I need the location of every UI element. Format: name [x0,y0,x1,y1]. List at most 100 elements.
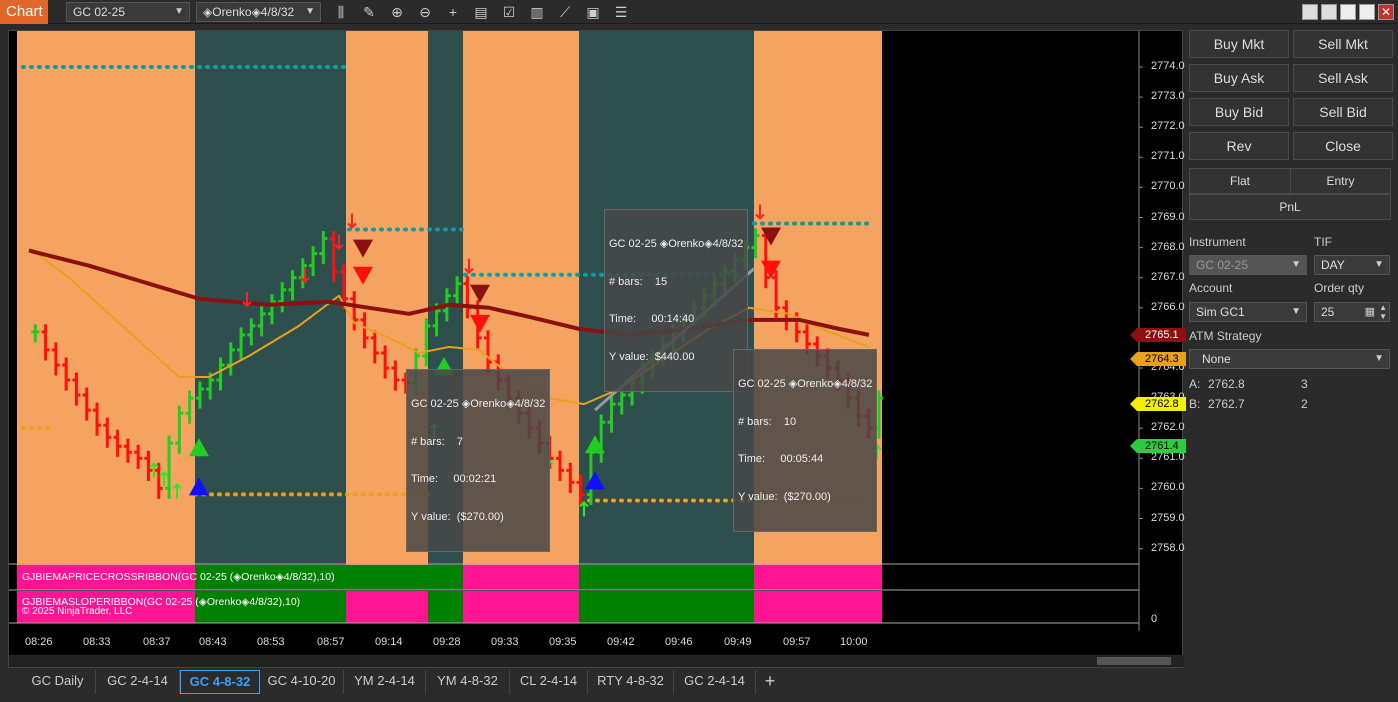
stepper-icon[interactable]: ▲ ▼ [1379,303,1387,321]
time-tick-label: 09:28 [433,636,461,648]
bid-label: B: [1189,397,1201,411]
chart-trader-panel: Buy Mkt Sell Mkt Buy Ask Sell Ask Buy Bi… [1186,28,1398,702]
instrument-label: Instrument [1189,235,1246,249]
price-tick-label: 2770.0 [1151,180,1185,193]
tif-select[interactable]: DAY ▼ [1314,255,1390,275]
ask-size: 3 [1301,377,1308,391]
sell-bid-button[interactable]: Sell Bid [1293,98,1393,126]
checkbox-icon[interactable]: ☑ [500,3,518,21]
copyright-text: © 2025 NinjaTrader, LLC [22,606,133,617]
flat-button[interactable]: Flat [1189,168,1291,194]
instrument-select-value: GC 02-25 [1196,258,1249,272]
price-cross-ribbon-segment [463,565,579,590]
slope-ribbon-segment [463,591,579,623]
keypad-icon[interactable]: ▦ [1365,303,1375,321]
pencil-icon[interactable]: ✎ [360,3,378,21]
scrollbar-thumb [1097,657,1171,665]
tab-gc-4-10-20[interactable]: GC 4-10-20 [260,670,344,694]
tooltip-title: GC 02-25 ◈Orenko◈4/8/32 [609,238,744,250]
chart-window: Chart GC 02-25 ▼ ◈Orenko◈4/8/32 ▼ ⫼ ✎ ⊕ … [0,0,1398,702]
sell-ask-button[interactable]: Sell Ask [1293,64,1393,92]
tooltip-row: Time: 00:14:40 [609,313,743,326]
price-tick-label: 2773.0 [1151,90,1185,103]
strategies-icon[interactable]: ⟋ [556,3,574,21]
slope-ribbon-segment [579,591,754,623]
bid-price: 2762.7 [1208,397,1245,411]
time-tick-label: 09:49 [724,636,752,648]
entry-button[interactable]: Entry [1290,168,1391,194]
tab-cl-2-4-14[interactable]: CL 2-4-14 [510,670,588,694]
price-tick-label: 2760.0 [1151,481,1185,494]
instrument-selector[interactable]: GC 02-25 ▼ [66,2,190,22]
time-tick-label: 08:26 [25,636,53,648]
bid-size: 2 [1301,397,1308,411]
add-tab-button[interactable]: + [758,670,782,694]
price-tick-label: 2762.0 [1151,421,1185,434]
zoom-in-icon[interactable]: ⊕ [388,3,406,21]
tooltip-y: $440.00 [654,350,695,363]
tooltip-row: # bars: 15 [609,276,743,289]
pnl-display[interactable]: PnL [1189,194,1391,220]
chart-title-tab[interactable]: Chart [0,0,48,24]
maximize-icon[interactable] [1359,4,1375,20]
minimize-side-icon[interactable] [1302,4,1318,20]
chart-panel[interactable]: 2774.0 2773.0 2772.0 2771.0 2770.0 2769.0 2768… [8,30,1189,668]
buy-ask-button[interactable]: Buy Ask [1189,64,1289,92]
reverse-button[interactable]: Rev [1189,132,1289,160]
bars-icon[interactable]: ⫼ [332,3,350,21]
tab-gc-2-4-14[interactable]: GC 2-4-14 [96,670,180,694]
crosshair-icon[interactable]: + [444,3,462,21]
account-select[interactable]: Sim GC1 ▼ [1189,302,1307,322]
time-tick-label: 08:33 [83,636,111,648]
atm-strategy-select[interactable]: None ▼ [1189,349,1390,369]
slope-ribbon-segment [346,591,428,623]
tif-label: TIF [1314,235,1332,249]
tooltip-row: Time: 00:05:44 [738,453,872,466]
time-tick-label: 09:42 [607,636,635,648]
tab-ym-2-4-14[interactable]: YM 2-4-14 [344,670,426,694]
buy-bid-button[interactable]: Buy Bid [1189,98,1289,126]
tooltip-time-label: Time: [411,473,439,485]
time-tick-label: 08:53 [257,636,285,648]
slope-ribbon-segment [428,591,463,623]
close-icon[interactable]: ✕ [1378,4,1394,20]
tooltip-time: 00:14:40 [651,313,695,325]
price-marker-tag: 2762.8 [1130,397,1189,412]
tooltip-bars: 15 [654,275,668,288]
chevron-down-icon: ▼ [1291,259,1301,270]
atm-strategy-value: None [1202,352,1231,366]
time-tick-label: 10:00 [840,636,868,648]
bar-type-selector[interactable]: ◈Orenko◈4/8/32 ▼ [196,2,321,22]
list-icon[interactable]: ☰ [612,3,630,21]
template-icon[interactable]: ▣ [584,3,602,21]
price-tick-label: 2772.0 [1151,120,1185,133]
order-qty-label: Order qty [1314,281,1365,295]
close-position-button[interactable]: Close [1293,132,1393,160]
chevron-down-icon: ▼ [1374,259,1384,270]
zoom-out-icon[interactable]: ⊖ [416,3,434,21]
chevron-down-icon: ▼ [305,6,315,17]
tab-gc-daily[interactable]: GC Daily [20,670,96,694]
time-tick-label: 08:43 [199,636,227,648]
tooltip-title: GC 02-25 ◈Orenko◈4/8/32 [738,378,873,390]
tab-rty-4-8-32[interactable]: RTY 4-8-32 [588,670,674,694]
tooltip-bars: 10 [783,415,797,428]
tab-gc-2-4-14-b[interactable]: GC 2-4-14 [674,670,756,694]
price-tick-label: 2766.0 [1151,300,1185,313]
time-tick-label: 08:37 [143,636,171,648]
chart-toolbar: Chart GC 02-25 ▼ ◈Orenko◈4/8/32 ▼ ⫼ ✎ ⊕ … [0,0,1398,24]
minimize-icon[interactable] [1340,4,1356,20]
restore-side-icon[interactable] [1321,4,1337,20]
tooltip-bars-label: # bars: [738,415,772,428]
properties-icon[interactable]: ▤ [472,3,490,21]
tab-gc-4-8-32[interactable]: GC 4-8-32 [180,670,260,694]
tooltip-row: # bars: 10 [738,416,872,429]
order-qty-input[interactable]: 25 ▦ ▲ ▼ [1314,302,1390,322]
buy-market-button[interactable]: Buy Mkt [1189,30,1289,58]
price-tick-label: 2758.0 [1151,541,1185,554]
price-tick-label: 2771.0 [1151,150,1185,163]
ribbon-label-price-cross: GJBIEMAPRICECROSSRIBBON(GC 02-25 (◈Orenk… [22,571,335,583]
tab-ym-4-8-32[interactable]: YM 4-8-32 [426,670,510,694]
sell-market-button[interactable]: Sell Mkt [1293,30,1393,58]
indicators-icon[interactable]: ▥ [528,3,546,21]
